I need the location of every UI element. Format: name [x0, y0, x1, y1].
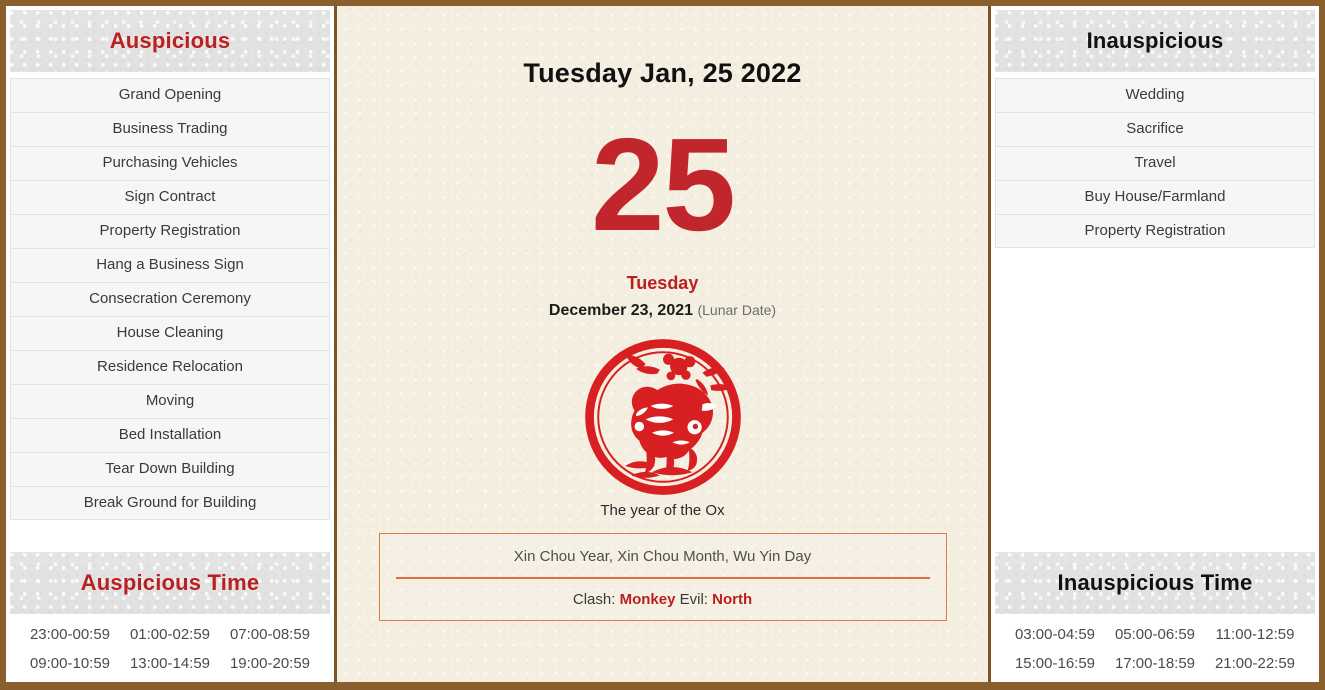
- list-item[interactable]: Moving: [10, 384, 330, 418]
- list-item[interactable]: Property Registration: [10, 214, 330, 248]
- list-item[interactable]: Break Ground for Building: [10, 486, 330, 520]
- time-slot: 05:00-06:59: [1114, 626, 1196, 643]
- inauspicious-list-spacer: [991, 248, 1319, 548]
- inauspicious-list: Wedding Sacrifice Travel Buy House/Farml…: [995, 78, 1315, 248]
- time-slot: 01:00-02:59: [129, 626, 211, 643]
- auspicious-header-label: Auspicious: [109, 28, 231, 53]
- auspicious-time-grid: 23:00-00:59 01:00-02:59 07:00-08:59 09:0…: [10, 614, 330, 682]
- time-slot: 21:00-22:59: [1214, 655, 1296, 672]
- calendar-center-panel: Tuesday Jan, 25 2022 25 Tuesday December…: [337, 6, 988, 682]
- lunar-date-tag: (Lunar Date): [697, 302, 777, 318]
- list-item[interactable]: Tear Down Building: [10, 452, 330, 486]
- inauspicious-time-header: Inauspicious Time: [995, 552, 1315, 614]
- time-slot: 17:00-18:59: [1114, 655, 1196, 672]
- inauspicious-panel: Inauspicious Wedding Sacrifice Travel Bu…: [988, 6, 1319, 682]
- list-item[interactable]: Hang a Business Sign: [10, 248, 330, 282]
- list-item[interactable]: Property Registration: [995, 214, 1315, 248]
- list-item[interactable]: House Cleaning: [10, 316, 330, 350]
- time-slot: 07:00-08:59: [229, 626, 311, 643]
- page-title: Tuesday Jan, 25 2022: [523, 58, 802, 88]
- clash-prefix: Clash:: [572, 591, 616, 608]
- ganzhi-line: Xin Chou Year, Xin Chou Month, Wu Yin Da…: [395, 548, 930, 579]
- list-item[interactable]: Sacrifice: [995, 112, 1315, 146]
- time-slot: 09:00-10:59: [29, 655, 111, 672]
- clash-evil-line: Clash: Monkey Evil: North: [396, 579, 930, 608]
- list-item[interactable]: Business Trading: [10, 112, 330, 146]
- lunar-date-line: December 23, 2021 (Lunar Date): [549, 302, 776, 320]
- ganzhi-info-box: Xin Chou Year, Xin Chou Month, Wu Yin Da…: [378, 533, 947, 621]
- zodiac-caption: The year of the Ox: [600, 502, 725, 519]
- list-item[interactable]: Grand Opening: [10, 78, 330, 112]
- inauspicious-time-grid: 03:00-04:59 05:00-06:59 11:00-12:59 15:0…: [995, 614, 1315, 682]
- auspicious-list: Grand Opening Business Trading Purchasin…: [10, 78, 330, 520]
- list-item[interactable]: Wedding: [995, 78, 1315, 112]
- list-item[interactable]: Travel: [995, 146, 1315, 180]
- list-item[interactable]: Sign Contract: [10, 180, 330, 214]
- evil-prefix: Evil:: [679, 591, 708, 608]
- day-number: 25: [591, 111, 736, 258]
- time-slot: 15:00-16:59: [1014, 655, 1096, 672]
- list-item[interactable]: Buy House/Farmland: [995, 180, 1315, 214]
- inauspicious-header-label: Inauspicious: [1086, 28, 1224, 53]
- ox-papercut-icon: [584, 339, 741, 495]
- auspicious-time-header-label: Auspicious Time: [80, 570, 260, 595]
- time-slot: 03:00-04:59: [1014, 626, 1096, 643]
- weekday-label: Tuesday: [626, 273, 699, 293]
- time-slot: 11:00-12:59: [1215, 626, 1295, 643]
- list-item[interactable]: Purchasing Vehicles: [10, 146, 330, 180]
- lunar-date-value: December 23, 2021: [548, 302, 694, 319]
- zodiac-block: The year of the Ox: [584, 338, 742, 519]
- list-item[interactable]: Bed Installation: [10, 418, 330, 452]
- clash-value: Monkey: [619, 591, 676, 608]
- auspicious-header: Auspicious: [10, 10, 330, 72]
- time-slot: 13:00-14:59: [129, 655, 211, 672]
- auspicious-list-spacer: [6, 520, 334, 548]
- evil-value: North: [712, 591, 753, 608]
- almanac-day-page: Auspicious Grand Opening Business Tradin…: [0, 0, 1325, 690]
- inauspicious-header: Inauspicious: [995, 10, 1315, 72]
- auspicious-time-header: Auspicious Time: [10, 552, 330, 614]
- auspicious-panel: Auspicious Grand Opening Business Tradin…: [6, 6, 337, 682]
- time-slot: 19:00-20:59: [229, 655, 311, 672]
- list-item[interactable]: Residence Relocation: [10, 350, 330, 384]
- list-item[interactable]: Consecration Ceremony: [10, 282, 330, 316]
- inauspicious-time-header-label: Inauspicious Time: [1057, 570, 1253, 595]
- time-slot: 23:00-00:59: [29, 626, 111, 643]
